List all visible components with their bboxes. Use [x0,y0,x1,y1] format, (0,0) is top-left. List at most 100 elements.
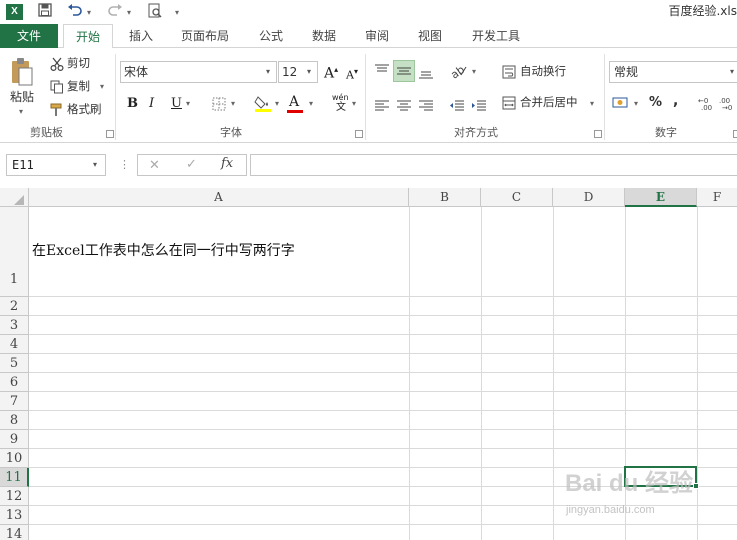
name-box[interactable]: E11 [6,154,106,176]
fill-color-dropdown-icon[interactable]: ▾ [275,100,279,108]
row-header-11[interactable]: 11 [0,468,29,487]
undo-icon[interactable] [66,3,84,21]
column-header-d[interactable]: D [553,188,625,207]
orientation-dropdown-icon[interactable]: ▾ [472,68,476,76]
cut-button[interactable]: 剪切 [67,57,90,70]
number-format-dropdown-icon[interactable]: ▾ [730,68,734,76]
fill-handle[interactable] [693,483,699,489]
row-header-8[interactable]: 8 [0,411,29,430]
wrap-text-icon[interactable] [502,64,516,79]
paste-icon[interactable] [10,57,34,87]
name-box-dropdown-icon[interactable]: ▾ [93,161,97,169]
row-header-9[interactable]: 9 [0,430,29,449]
font-color-button[interactable]: A [289,95,299,109]
comma-style-button[interactable]: , [673,94,678,108]
alignment-launcher-icon[interactable] [594,130,602,138]
copy-button[interactable]: 复制 [67,80,90,93]
row-header-2[interactable]: 2 [0,297,29,316]
shrink-font-button[interactable]: A▾ [346,68,358,81]
percent-style-button[interactable]: % [649,96,662,109]
font-color-dropdown-icon[interactable]: ▾ [309,100,313,108]
merge-center-icon[interactable] [502,95,516,110]
cell-a1[interactable]: 在Excel工作表中怎么在同一行中写两行字 [32,244,295,258]
insert-function-button[interactable]: fx [221,157,233,170]
cut-icon[interactable] [50,56,64,72]
confirm-entry-button[interactable]: ✓ [186,158,197,171]
tab-file[interactable]: 文件 [0,24,58,48]
grow-font-button[interactable]: A▴ [324,66,338,81]
fill-color-icon[interactable] [254,94,272,112]
align-right-icon[interactable] [418,97,434,111]
bold-button[interactable]: B [127,97,138,110]
merge-center-button[interactable]: 合并后居中 [520,96,578,109]
column-header-b[interactable]: B [409,188,481,207]
save-icon[interactable] [36,3,54,21]
copy-icon[interactable] [50,79,64,94]
row-header-1[interactable]: 1 [0,207,29,297]
number-format-value: 常规 [614,65,639,79]
column-header-c[interactable]: C [481,188,553,207]
undo-dropdown-icon[interactable]: ▾ [85,3,93,21]
row-header-13[interactable]: 13 [0,506,29,525]
paste-dropdown-icon[interactable]: ▾ [19,108,23,116]
font-size-dropdown-icon[interactable]: ▾ [307,68,311,76]
row-header-6[interactable]: 6 [0,373,29,392]
row-header-14[interactable]: 14 [0,525,29,540]
gridline [29,372,737,373]
copy-dropdown-icon[interactable]: ▾ [100,83,104,91]
borders-dropdown-icon[interactable]: ▾ [231,100,235,108]
top-align-icon[interactable] [374,63,390,77]
print-preview-icon[interactable] [146,3,164,21]
tab-insert[interactable]: 插入 [120,24,162,48]
bottom-align-icon[interactable] [418,63,434,79]
middle-align-button[interactable] [393,60,415,82]
increase-decimal-icon[interactable]: ←0.00 [698,95,716,112]
row-header-12[interactable]: 12 [0,487,29,506]
formula-bar-splitter[interactable]: ⋮ [119,159,130,170]
merge-center-dropdown-icon[interactable]: ▾ [590,100,594,108]
increase-indent-icon[interactable] [471,97,487,111]
italic-button[interactable]: I [149,97,154,110]
number-launcher-icon[interactable] [733,130,737,138]
row-header-10[interactable]: 10 [0,449,29,468]
redo-icon[interactable] [106,3,124,21]
align-center-icon[interactable] [396,97,412,111]
phonetic-guide-button[interactable]: wén [332,94,349,102]
align-left-icon[interactable] [374,97,390,111]
accounting-dropdown-icon[interactable]: ▾ [634,100,638,108]
wrap-text-button[interactable]: 自动换行 [520,65,566,78]
row-header-7[interactable]: 7 [0,392,29,411]
accounting-format-icon[interactable] [612,95,630,109]
column-header-f[interactable]: F [697,188,737,207]
tab-view[interactable]: 视图 [408,24,452,48]
tab-formulas[interactable]: 公式 [249,24,293,48]
row-header-3[interactable]: 3 [0,316,29,335]
cancel-entry-button[interactable]: ✕ [149,159,160,172]
font-launcher-icon[interactable] [355,130,363,138]
format-painter-icon[interactable] [50,102,64,116]
customize-qat-icon[interactable]: ▾ [172,3,182,21]
phonetic-dropdown-icon[interactable]: ▾ [352,100,356,108]
column-header-a[interactable]: A [29,188,409,207]
tab-page-layout[interactable]: 页面布局 [172,24,238,48]
row-header-4[interactable]: 4 [0,335,29,354]
underline-dropdown-icon[interactable]: ▾ [186,100,190,108]
font-size-value: 12 [282,65,298,79]
decrease-decimal-icon[interactable]: .00 →0 [719,95,737,112]
paste-button[interactable]: 粘贴 [10,91,34,103]
redo-dropdown-icon[interactable]: ▾ [125,3,133,21]
format-painter-button[interactable]: 格式刷 [67,103,102,116]
tab-developer[interactable]: 开发工具 [463,24,529,48]
borders-icon[interactable] [212,96,226,111]
tab-review[interactable]: 审阅 [355,24,399,48]
formula-input[interactable] [250,154,737,176]
clipboard-launcher-icon[interactable] [106,130,114,138]
orientation-icon[interactable]: ab [448,63,467,82]
tab-home[interactable]: 开始 [63,24,113,49]
underline-button[interactable]: U [171,97,182,110]
font-name-dropdown-icon[interactable]: ▾ [266,68,270,76]
decrease-indent-icon[interactable] [449,97,465,111]
column-header-e[interactable]: E [625,188,697,207]
tab-data[interactable]: 数据 [302,24,346,48]
row-header-5[interactable]: 5 [0,354,29,373]
